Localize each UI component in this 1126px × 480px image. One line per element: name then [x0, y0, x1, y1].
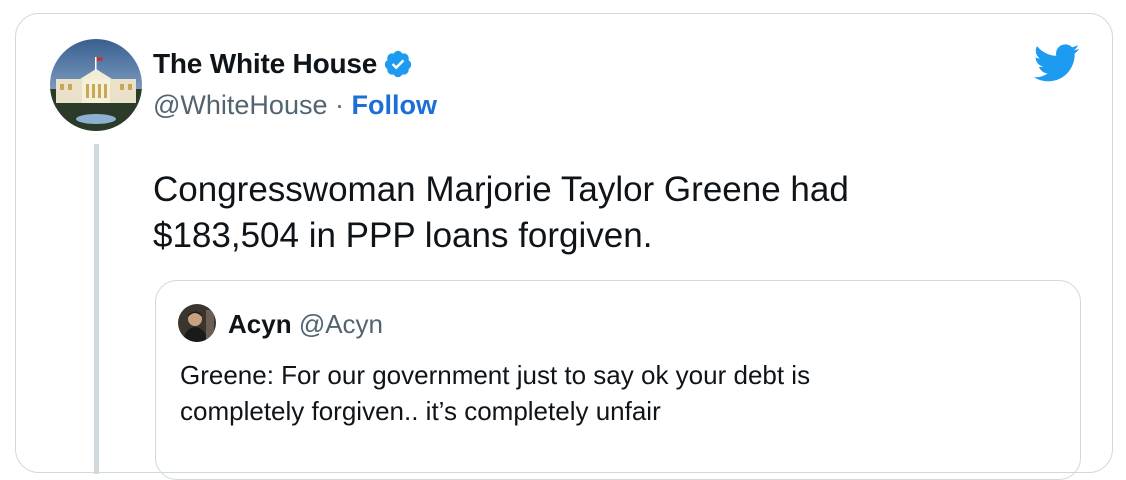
quoted-text-line-2: completely forgiven.. it’s completely un… [180, 396, 661, 426]
twitter-bird-icon[interactable] [1032, 44, 1080, 84]
tweet-text-line-1: Congresswoman Marjorie Taylor Greene had [153, 170, 849, 209]
handle-separator: · [335, 90, 344, 120]
quoted-author-name[interactable]: Acyn [228, 309, 292, 339]
quoted-author-handle[interactable]: @Acyn [299, 309, 383, 339]
tweet-card[interactable]: The White House @WhiteHouse · Follow Con… [15, 13, 1113, 480]
thread-connector-line [94, 144, 99, 474]
follow-link[interactable]: Follow [352, 90, 437, 120]
author-handle-row: @WhiteHouse · Follow [153, 90, 437, 121]
tweet-text: Congresswoman Marjorie Taylor Greene had… [153, 167, 1053, 259]
verified-badge-icon [384, 50, 412, 78]
author-avatar[interactable] [50, 39, 142, 131]
quoted-author-avatar[interactable] [178, 304, 216, 342]
quoted-tweet-card[interactable]: Acyn @Acyn Greene: For our government ju… [155, 280, 1081, 480]
white-house-image [50, 39, 142, 131]
quoted-author-photo [178, 304, 216, 342]
author-handle[interactable]: @WhiteHouse [153, 90, 327, 120]
author-display-name[interactable]: The White House [153, 48, 377, 80]
tweet-text-line-2: $183,504 in PPP loans forgiven. [153, 216, 653, 255]
quoted-tweet-text: Greene: For our government just to say o… [180, 357, 1060, 429]
author-name-row: The White House [153, 48, 413, 80]
quoted-text-line-1: Greene: For our government just to say o… [180, 360, 811, 390]
quoted-author-row: Acyn @Acyn [228, 309, 383, 340]
